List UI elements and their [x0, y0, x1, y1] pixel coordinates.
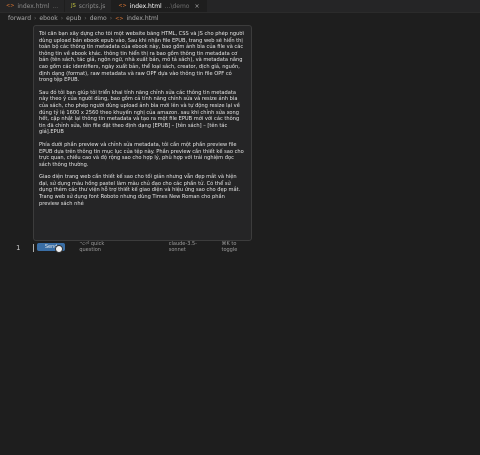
tab-sublabel: ...: [52, 2, 59, 10]
chevron-right-icon: ›: [34, 15, 37, 22]
tab-label: index.html: [129, 2, 162, 10]
toggle-hint: ⌘K to toggle: [221, 241, 238, 253]
chat-actions: Send ⌥⏎ quick question claude-3.5-sonnet…: [37, 241, 252, 253]
tab-label: index.html: [17, 2, 50, 10]
send-button[interactable]: Send: [37, 243, 66, 253]
close-icon[interactable]: ×: [194, 3, 199, 10]
breadcrumb-item[interactable]: forward: [8, 15, 31, 22]
tab-index-html-1[interactable]: <> index.html ...: [0, 0, 66, 12]
tab-label: scripts.js: [78, 2, 106, 10]
js-icon: JS: [71, 3, 76, 9]
text-cursor: [33, 244, 34, 252]
chevron-right-icon: ›: [84, 15, 87, 22]
html-icon: <>: [118, 3, 127, 9]
prompt-paragraph: Sau đó tôi bạn giúp tôi triển khai tính …: [39, 89, 240, 136]
quick-question-hint[interactable]: ⌥⏎ quick question: [79, 241, 124, 253]
breadcrumb-item[interactable]: epub: [66, 15, 81, 22]
inline-chat-panel[interactable]: Tôi cần bạn xây dựng cho tôi một website…: [33, 25, 252, 241]
tab-sublabel: ...\demo: [164, 2, 190, 10]
chevron-right-icon: ›: [60, 15, 64, 22]
tab-scripts-js[interactable]: JS scripts.js: [65, 0, 113, 12]
breadcrumb-item[interactable]: ebook: [39, 15, 57, 22]
prompt-paragraph: Phía dưới phần preview và chỉnh sửa meta…: [39, 141, 244, 168]
tab-index-html-active[interactable]: <> index.html ...\demo ×: [112, 0, 207, 12]
tab-bar: <> index.html ... JS scripts.js <> index…: [0, 0, 480, 13]
chevron-right-icon: ›: [109, 15, 113, 22]
html-icon: <>: [6, 3, 15, 9]
line-number: 1: [16, 244, 21, 252]
html-icon: <>: [115, 15, 124, 22]
breadcrumb-item[interactable]: index.html: [127, 15, 159, 22]
prompt-paragraph: Tôi cần bạn xây dựng cho tôi một website…: [39, 31, 244, 84]
prompt-textarea[interactable]: Tôi cần bạn xây dựng cho tôi một website…: [39, 31, 245, 235]
breadcrumb: forward › ebook › epub › demo › <> index…: [8, 13, 159, 24]
model-label: claude-3.5-sonnet: [168, 241, 197, 253]
model-selector[interactable]: claude-3.5-sonnet: [169, 241, 212, 253]
breadcrumb-item[interactable]: demo: [90, 15, 107, 22]
mouse-cursor-icon: [55, 245, 63, 253]
prompt-paragraph: Giao diện trang web cần thiết kế sao cho…: [39, 174, 241, 207]
